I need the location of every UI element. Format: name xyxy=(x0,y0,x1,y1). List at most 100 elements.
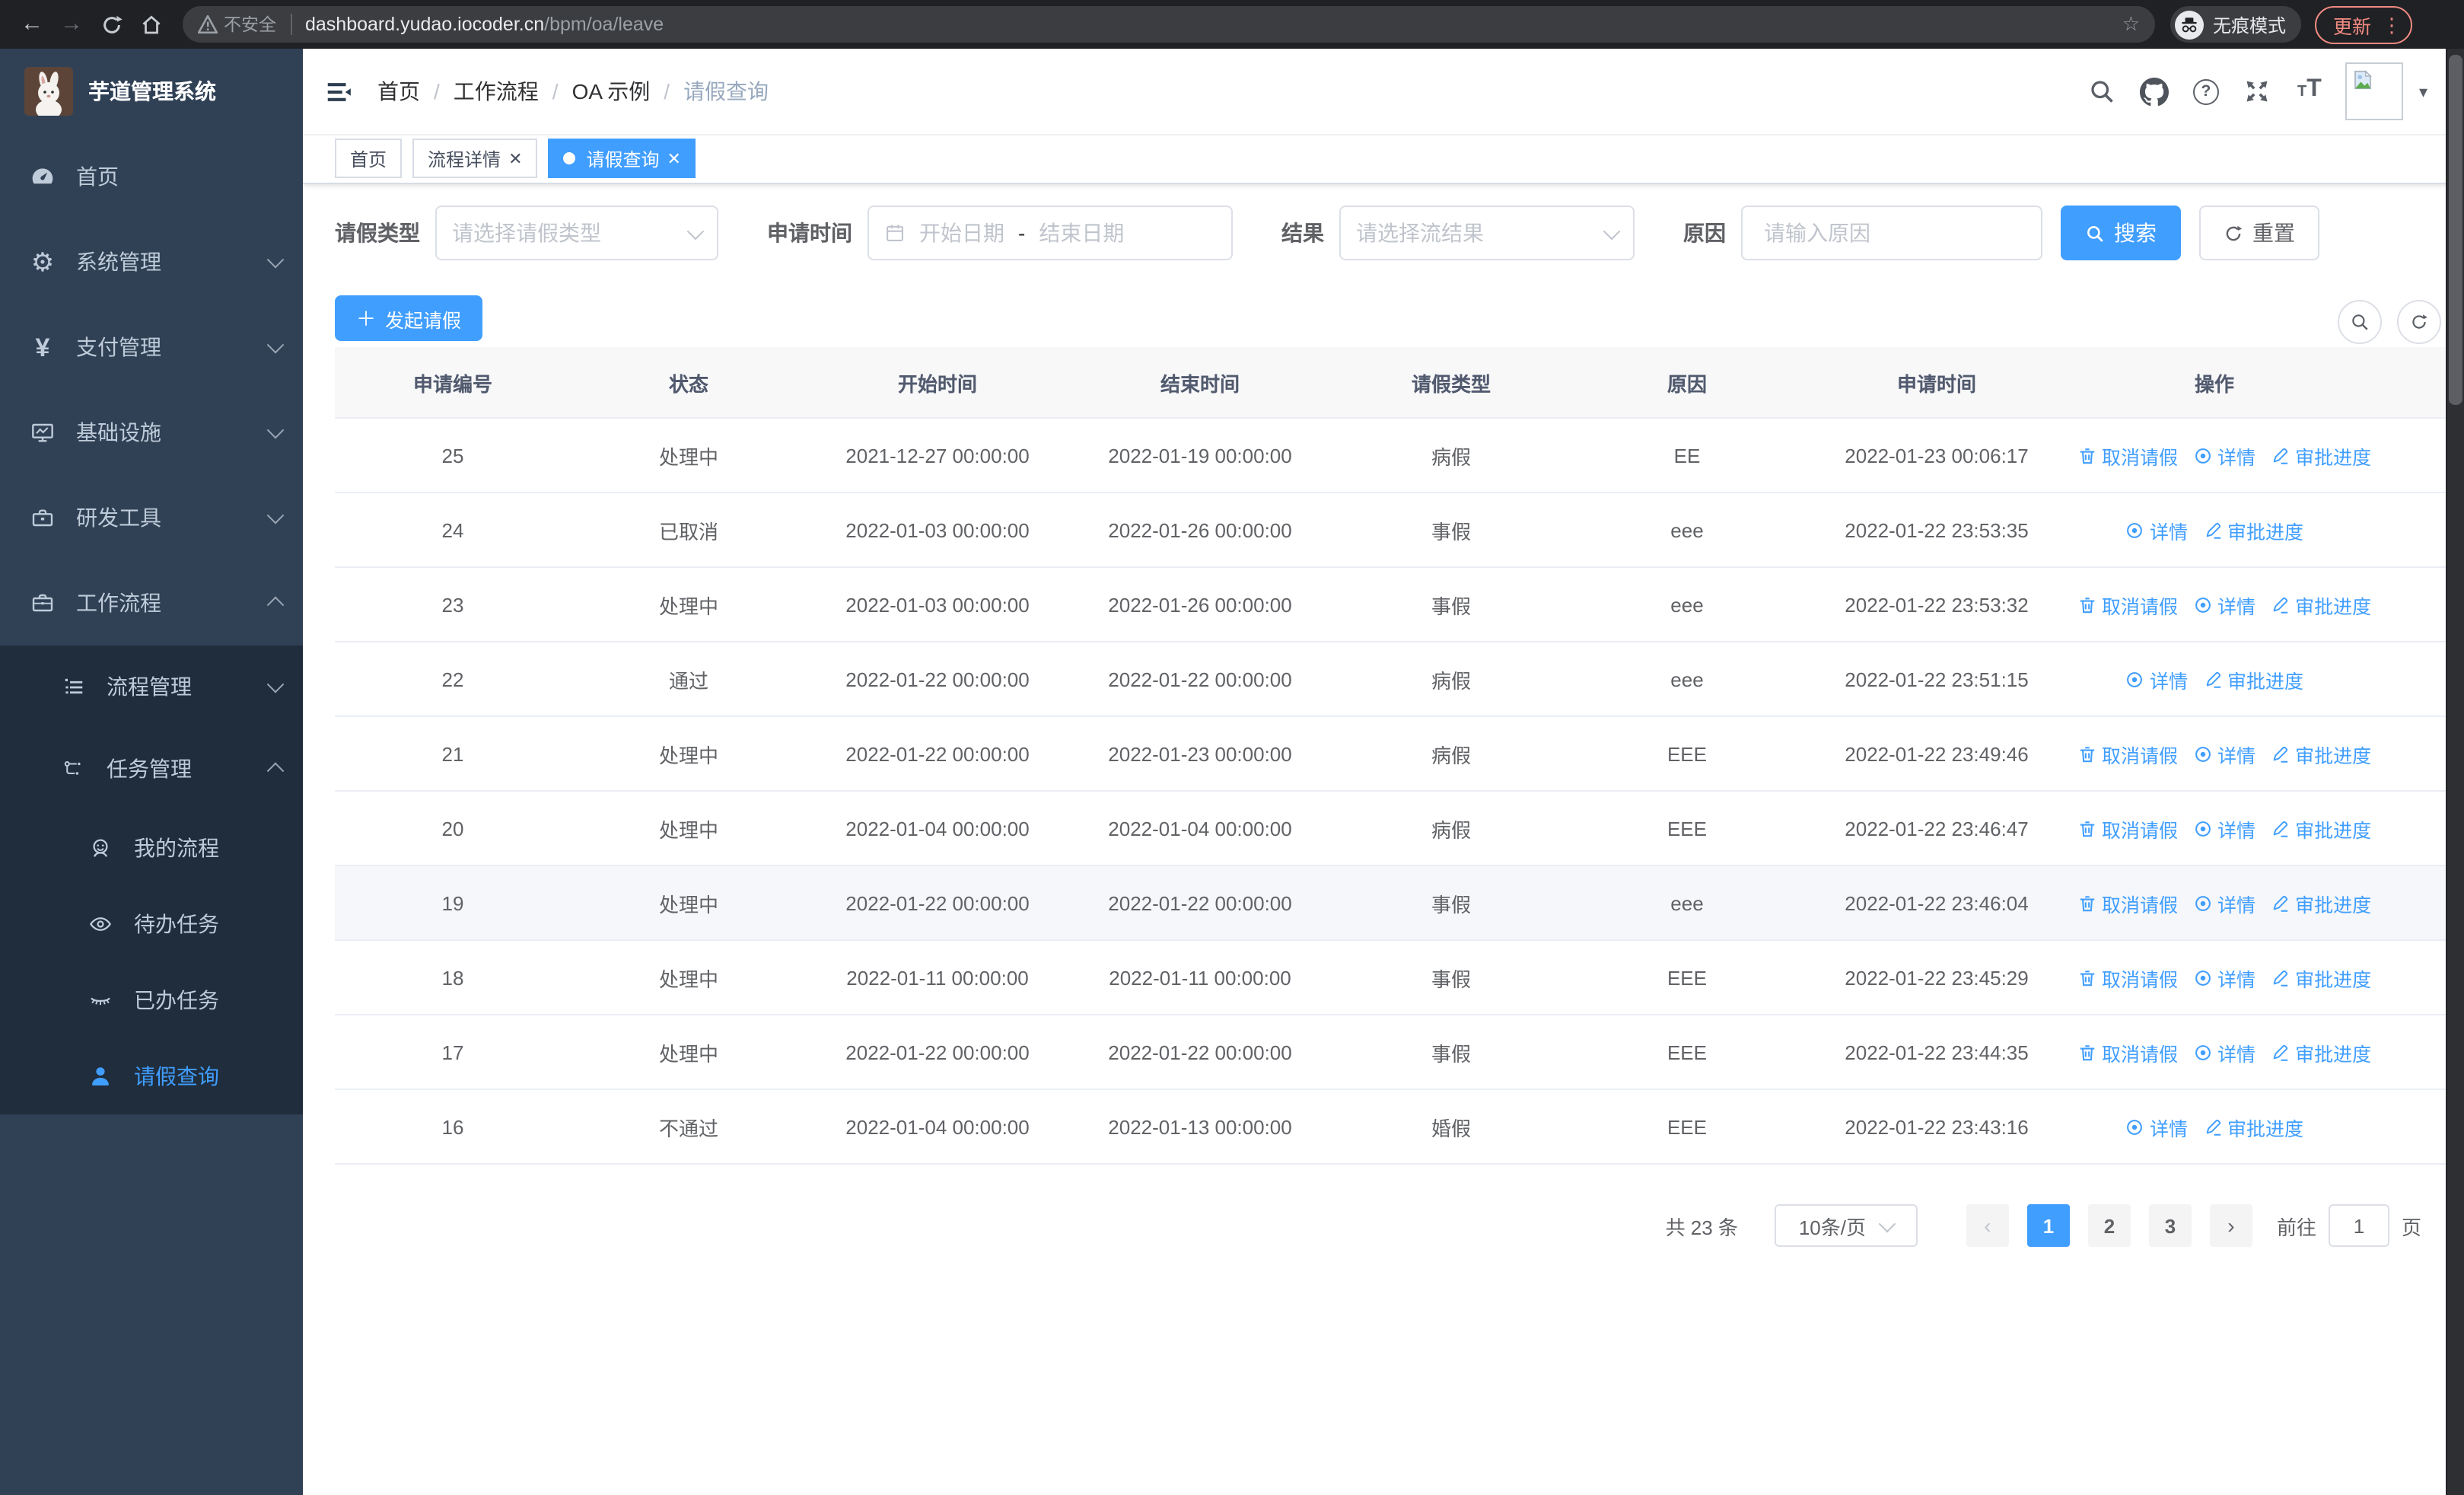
reason-input[interactable] xyxy=(1761,219,2023,247)
action-progress-link[interactable]: 审批进度 xyxy=(2271,814,2371,843)
toolbar-refresh-button[interactable] xyxy=(2397,300,2441,344)
eye-closed-icon xyxy=(88,988,113,1012)
avatar-caret-icon[interactable]: ▾ xyxy=(2419,81,2427,101)
prev-page-button[interactable]: ‹ xyxy=(1966,1204,2009,1247)
sidebar-item-done-tasks[interactable]: 已办任务 xyxy=(0,962,303,1038)
bookmark-star-icon[interactable]: ☆ xyxy=(2122,12,2140,37)
chevron-down-icon xyxy=(266,506,285,524)
cell-actions: 详情 审批进度 xyxy=(2070,1089,2447,1165)
cell-start: 2022-01-04 00:00:00 xyxy=(807,1089,1068,1165)
fullscreen-icon[interactable] xyxy=(2243,76,2273,107)
page-button-1[interactable]: 1 xyxy=(2026,1204,2070,1247)
action-progress-link[interactable]: 审批进度 xyxy=(2271,441,2371,470)
page-scrollbar[interactable] xyxy=(2446,49,2464,1495)
date-range-picker[interactable]: 开始日期 - 结束日期 xyxy=(867,206,1233,260)
sidebar-logo[interactable]: 芋道管理系统 xyxy=(0,49,303,134)
sidebar-item-todo-tasks[interactable]: 待办任务 xyxy=(0,886,303,962)
avatar[interactable] xyxy=(2345,62,2404,120)
leave-type-select[interactable]: 请选择请假类型 xyxy=(435,206,718,260)
action-progress-link[interactable]: 审批进度 xyxy=(2271,590,2371,619)
action-cancel-link[interactable]: 取消请假 xyxy=(2077,739,2178,768)
sidebar-item-system[interactable]: ⚙ 系统管理 xyxy=(0,219,303,304)
browser-reload-icon[interactable] xyxy=(91,13,131,36)
sidebar-item-task-mgmt[interactable]: 任务管理 xyxy=(0,728,303,810)
action-detail-link[interactable]: 详情 xyxy=(2193,590,2255,619)
url-bar[interactable]: 不安全 dashboard.yudao.iocoder.cn /bpm/oa/l… xyxy=(183,6,2155,43)
eye-icon xyxy=(2195,597,2211,612)
help-icon[interactable]: ? xyxy=(2191,76,2221,107)
breadcrumb-home[interactable]: 首页 xyxy=(377,76,420,107)
action-cancel-link[interactable]: 取消请假 xyxy=(2077,888,2178,917)
sidebar-item-payment[interactable]: ¥ 支付管理 xyxy=(0,304,303,390)
reset-button[interactable]: 重置 xyxy=(2199,206,2319,260)
table-row: 16 不通过 2022-01-04 00:00:00 2022-01-13 00:00… xyxy=(335,1089,2447,1165)
browser-update-button[interactable]: 更新 ⋮ xyxy=(2315,5,2413,43)
close-icon[interactable]: ✕ xyxy=(508,148,522,168)
action-detail-link[interactable]: 详情 xyxy=(2125,665,2188,693)
page-button-3[interactable]: 3 xyxy=(2148,1204,2192,1247)
page-button-2[interactable]: 2 xyxy=(2087,1204,2131,1247)
action-cancel-link[interactable]: 取消请假 xyxy=(2077,963,2178,992)
sidebar-item-devtools[interactable]: 研发工具 xyxy=(0,475,303,560)
search-icon[interactable] xyxy=(2087,76,2118,107)
font-size-icon[interactable]: TT xyxy=(2294,76,2325,107)
toolbox-icon xyxy=(30,505,55,530)
browser-forward-icon[interactable]: → xyxy=(52,0,91,49)
security-warning[interactable]: 不安全 xyxy=(198,12,276,37)
scrollbar-thumb[interactable] xyxy=(2449,55,2462,405)
close-icon[interactable]: ✕ xyxy=(667,148,681,168)
action-progress-link[interactable]: 审批进度 xyxy=(2203,515,2303,544)
tag-home[interactable]: 首页 xyxy=(335,139,403,178)
sidebar-item-leave-query[interactable]: 请假查询 xyxy=(0,1038,303,1114)
sidebar-item-my-process[interactable]: 我的流程 xyxy=(0,810,303,886)
page-size-select[interactable]: 10条/页 xyxy=(1774,1204,1918,1247)
browser-back-icon[interactable]: ← xyxy=(12,0,52,49)
browser-home-icon[interactable] xyxy=(131,13,170,36)
sidebar-fold-icon[interactable] xyxy=(324,77,353,106)
browser-menu-icon[interactable]: ⋮ xyxy=(2382,14,2402,34)
action-detail-link[interactable]: 详情 xyxy=(2193,739,2255,768)
cell-type: 事假 xyxy=(1332,865,1571,941)
action-progress-link[interactable]: 审批进度 xyxy=(2271,888,2371,917)
tag-leave-query[interactable]: 请假查询 ✕ xyxy=(548,139,696,178)
action-detail-link[interactable]: 详情 xyxy=(2193,888,2255,917)
action-progress-link[interactable]: 审批进度 xyxy=(2271,1038,2371,1066)
chevron-down-icon xyxy=(1878,1214,1896,1232)
action-detail-link[interactable]: 详情 xyxy=(2125,515,2188,544)
result-select[interactable]: 请选择流结果 xyxy=(1339,206,1635,260)
cell-end: 2022-01-04 00:00:00 xyxy=(1068,791,1332,866)
toolbar-search-button[interactable] xyxy=(2338,300,2382,344)
action-progress-link[interactable]: 审批进度 xyxy=(2271,739,2371,768)
action-cancel-link[interactable]: 取消请假 xyxy=(2077,814,2178,843)
action-cancel-link[interactable]: 取消请假 xyxy=(2077,590,2178,619)
table-header-row: 申请编号 状态 开始时间 结束时间 请假类型 原因 申请时间 操作 xyxy=(335,347,2447,419)
action-detail-link[interactable]: 详情 xyxy=(2125,1112,2188,1141)
sidebar-item-workflow[interactable]: 工作流程 xyxy=(0,560,303,645)
action-progress-link[interactable]: 审批进度 xyxy=(2203,665,2303,693)
calendar-icon xyxy=(887,225,903,241)
action-cancel-link[interactable]: 取消请假 xyxy=(2077,441,2178,470)
breadcrumb-oa[interactable]: OA 示例 xyxy=(572,76,651,107)
search-button[interactable]: 搜索 xyxy=(2061,206,2181,260)
trash-icon xyxy=(2080,1044,2095,1060)
action-detail-link[interactable]: 详情 xyxy=(2193,441,2255,470)
sidebar-item-process-mgmt[interactable]: 流程管理 xyxy=(0,645,303,728)
plus-icon: ＋ xyxy=(356,307,377,330)
action-cancel-link[interactable]: 取消请假 xyxy=(2077,1038,2178,1066)
cell-status: 处理中 xyxy=(571,1015,807,1090)
action-progress-link[interactable]: 审批进度 xyxy=(2271,963,2371,992)
tag-process-detail[interactable]: 流程详情 ✕ xyxy=(412,139,538,178)
update-label: 更新 xyxy=(2333,16,2372,37)
action-detail-link[interactable]: 详情 xyxy=(2193,814,2255,843)
create-leave-button[interactable]: ＋ 发起请假 xyxy=(335,295,483,341)
pen-icon xyxy=(2273,894,2288,911)
action-progress-link[interactable]: 审批进度 xyxy=(2203,1112,2303,1141)
goto-page-input[interactable] xyxy=(2328,1204,2389,1247)
github-icon[interactable] xyxy=(2139,76,2170,107)
breadcrumb-workflow[interactable]: 工作流程 xyxy=(454,76,539,107)
action-detail-link[interactable]: 详情 xyxy=(2193,963,2255,992)
next-page-button[interactable]: › xyxy=(2209,1204,2252,1247)
action-detail-link[interactable]: 详情 xyxy=(2193,1038,2255,1066)
sidebar-item-home[interactable]: 首页 xyxy=(0,134,303,219)
sidebar-item-infra[interactable]: 基础设施 xyxy=(0,390,303,475)
